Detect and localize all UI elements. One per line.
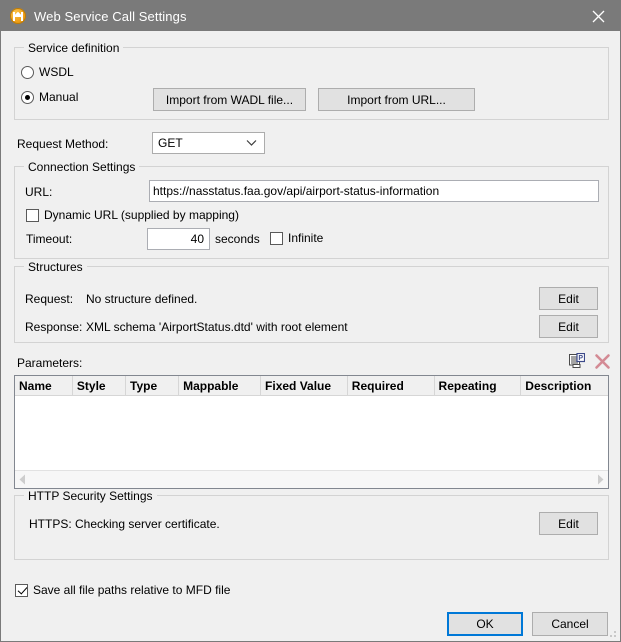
cancel-button[interactable]: Cancel bbox=[532, 612, 608, 636]
timeout-label: Timeout: bbox=[26, 232, 72, 246]
radio-wsdl[interactable]: WSDL bbox=[21, 65, 74, 79]
service-definition-group: Service definition bbox=[14, 47, 609, 120]
window-title: Web Service Call Settings bbox=[34, 9, 187, 24]
column-header-repeating[interactable]: Repeating bbox=[435, 376, 522, 395]
delete-parameter-icon[interactable] bbox=[594, 353, 611, 370]
structures-request-edit-button[interactable]: Edit bbox=[539, 287, 598, 310]
request-method-value: GET bbox=[158, 136, 183, 150]
svg-text:P: P bbox=[578, 355, 583, 362]
structures-request-value: No structure defined. bbox=[86, 292, 197, 306]
structures-group-title: Structures bbox=[24, 260, 87, 274]
chevron-down-icon bbox=[246, 139, 257, 147]
radio-wsdl-label: WSDL bbox=[39, 65, 74, 79]
web-service-call-settings-dialog: Web Service Call Settings Service defini… bbox=[0, 0, 621, 642]
infinite-label: Infinite bbox=[288, 231, 323, 245]
import-from-url-button[interactable]: Import from URL... bbox=[318, 88, 475, 111]
column-header-name[interactable]: Name bbox=[15, 376, 73, 395]
scroll-right-icon[interactable] bbox=[593, 474, 608, 485]
timeout-input[interactable]: 40 bbox=[147, 228, 210, 250]
parameters-toolbar: P bbox=[568, 353, 611, 370]
structures-response-value: XML schema 'AirportStatus.dtd' with root… bbox=[86, 320, 348, 334]
title-bar: Web Service Call Settings bbox=[1, 1, 620, 31]
radio-manual[interactable]: Manual bbox=[21, 90, 78, 104]
dynamic-url-checkbox-box bbox=[26, 209, 39, 222]
column-header-mappable[interactable]: Mappable bbox=[179, 376, 261, 395]
dynamic-url-label: Dynamic URL (supplied by mapping) bbox=[44, 208, 239, 222]
http-security-status-text: HTTPS: Checking server certificate. bbox=[29, 517, 220, 531]
infinite-checkbox-box bbox=[270, 232, 283, 245]
import-from-wadl-file-button[interactable]: Import from WADL file... bbox=[153, 88, 306, 111]
resize-grip[interactable] bbox=[606, 627, 618, 639]
parameters-table[interactable]: Name Style Type Mappable Fixed Value Req… bbox=[14, 375, 609, 489]
column-header-description[interactable]: Description bbox=[521, 376, 608, 395]
infinite-checkbox[interactable]: Infinite bbox=[270, 231, 323, 245]
radio-manual-indicator bbox=[21, 91, 34, 104]
save-relative-paths-label: Save all file paths relative to MFD file bbox=[33, 583, 230, 597]
url-input[interactable]: https://nasstatus.faa.gov/api/airport-st… bbox=[149, 180, 599, 202]
column-header-required[interactable]: Required bbox=[348, 376, 435, 395]
ok-button[interactable]: OK bbox=[447, 612, 523, 636]
scroll-left-icon[interactable] bbox=[15, 474, 30, 485]
add-parameter-icon[interactable]: P bbox=[568, 353, 585, 370]
radio-manual-label: Manual bbox=[39, 90, 78, 104]
save-relative-paths-checkbox[interactable]: Save all file paths relative to MFD file bbox=[15, 583, 230, 597]
structures-response-label: Response: bbox=[25, 320, 82, 334]
column-header-style[interactable]: Style bbox=[73, 376, 126, 395]
save-relative-paths-checkbox-box bbox=[15, 584, 28, 597]
parameters-horizontal-scrollbar[interactable] bbox=[15, 470, 608, 488]
dynamic-url-checkbox[interactable]: Dynamic URL (supplied by mapping) bbox=[26, 208, 239, 222]
structures-response-edit-button[interactable]: Edit bbox=[539, 315, 598, 338]
structures-request-label: Request: bbox=[25, 292, 73, 306]
mapforce-logo-icon bbox=[10, 8, 26, 24]
http-security-settings-group-title: HTTP Security Settings bbox=[24, 489, 157, 503]
column-header-fixed-value[interactable]: Fixed Value bbox=[261, 376, 348, 395]
http-security-edit-button[interactable]: Edit bbox=[539, 512, 598, 535]
request-method-label: Request Method: bbox=[17, 137, 108, 151]
url-label: URL: bbox=[25, 185, 52, 199]
parameters-label: Parameters: bbox=[17, 356, 82, 370]
column-header-type[interactable]: Type bbox=[126, 376, 179, 395]
request-method-select[interactable]: GET bbox=[152, 132, 265, 154]
service-definition-group-title: Service definition bbox=[24, 41, 123, 55]
timeout-units-label: seconds bbox=[215, 232, 260, 246]
radio-wsdl-indicator bbox=[21, 66, 34, 79]
parameters-table-body[interactable] bbox=[15, 396, 608, 474]
connection-settings-group-title: Connection Settings bbox=[24, 160, 139, 174]
parameters-table-header: Name Style Type Mappable Fixed Value Req… bbox=[15, 376, 608, 396]
close-icon[interactable] bbox=[576, 1, 620, 31]
